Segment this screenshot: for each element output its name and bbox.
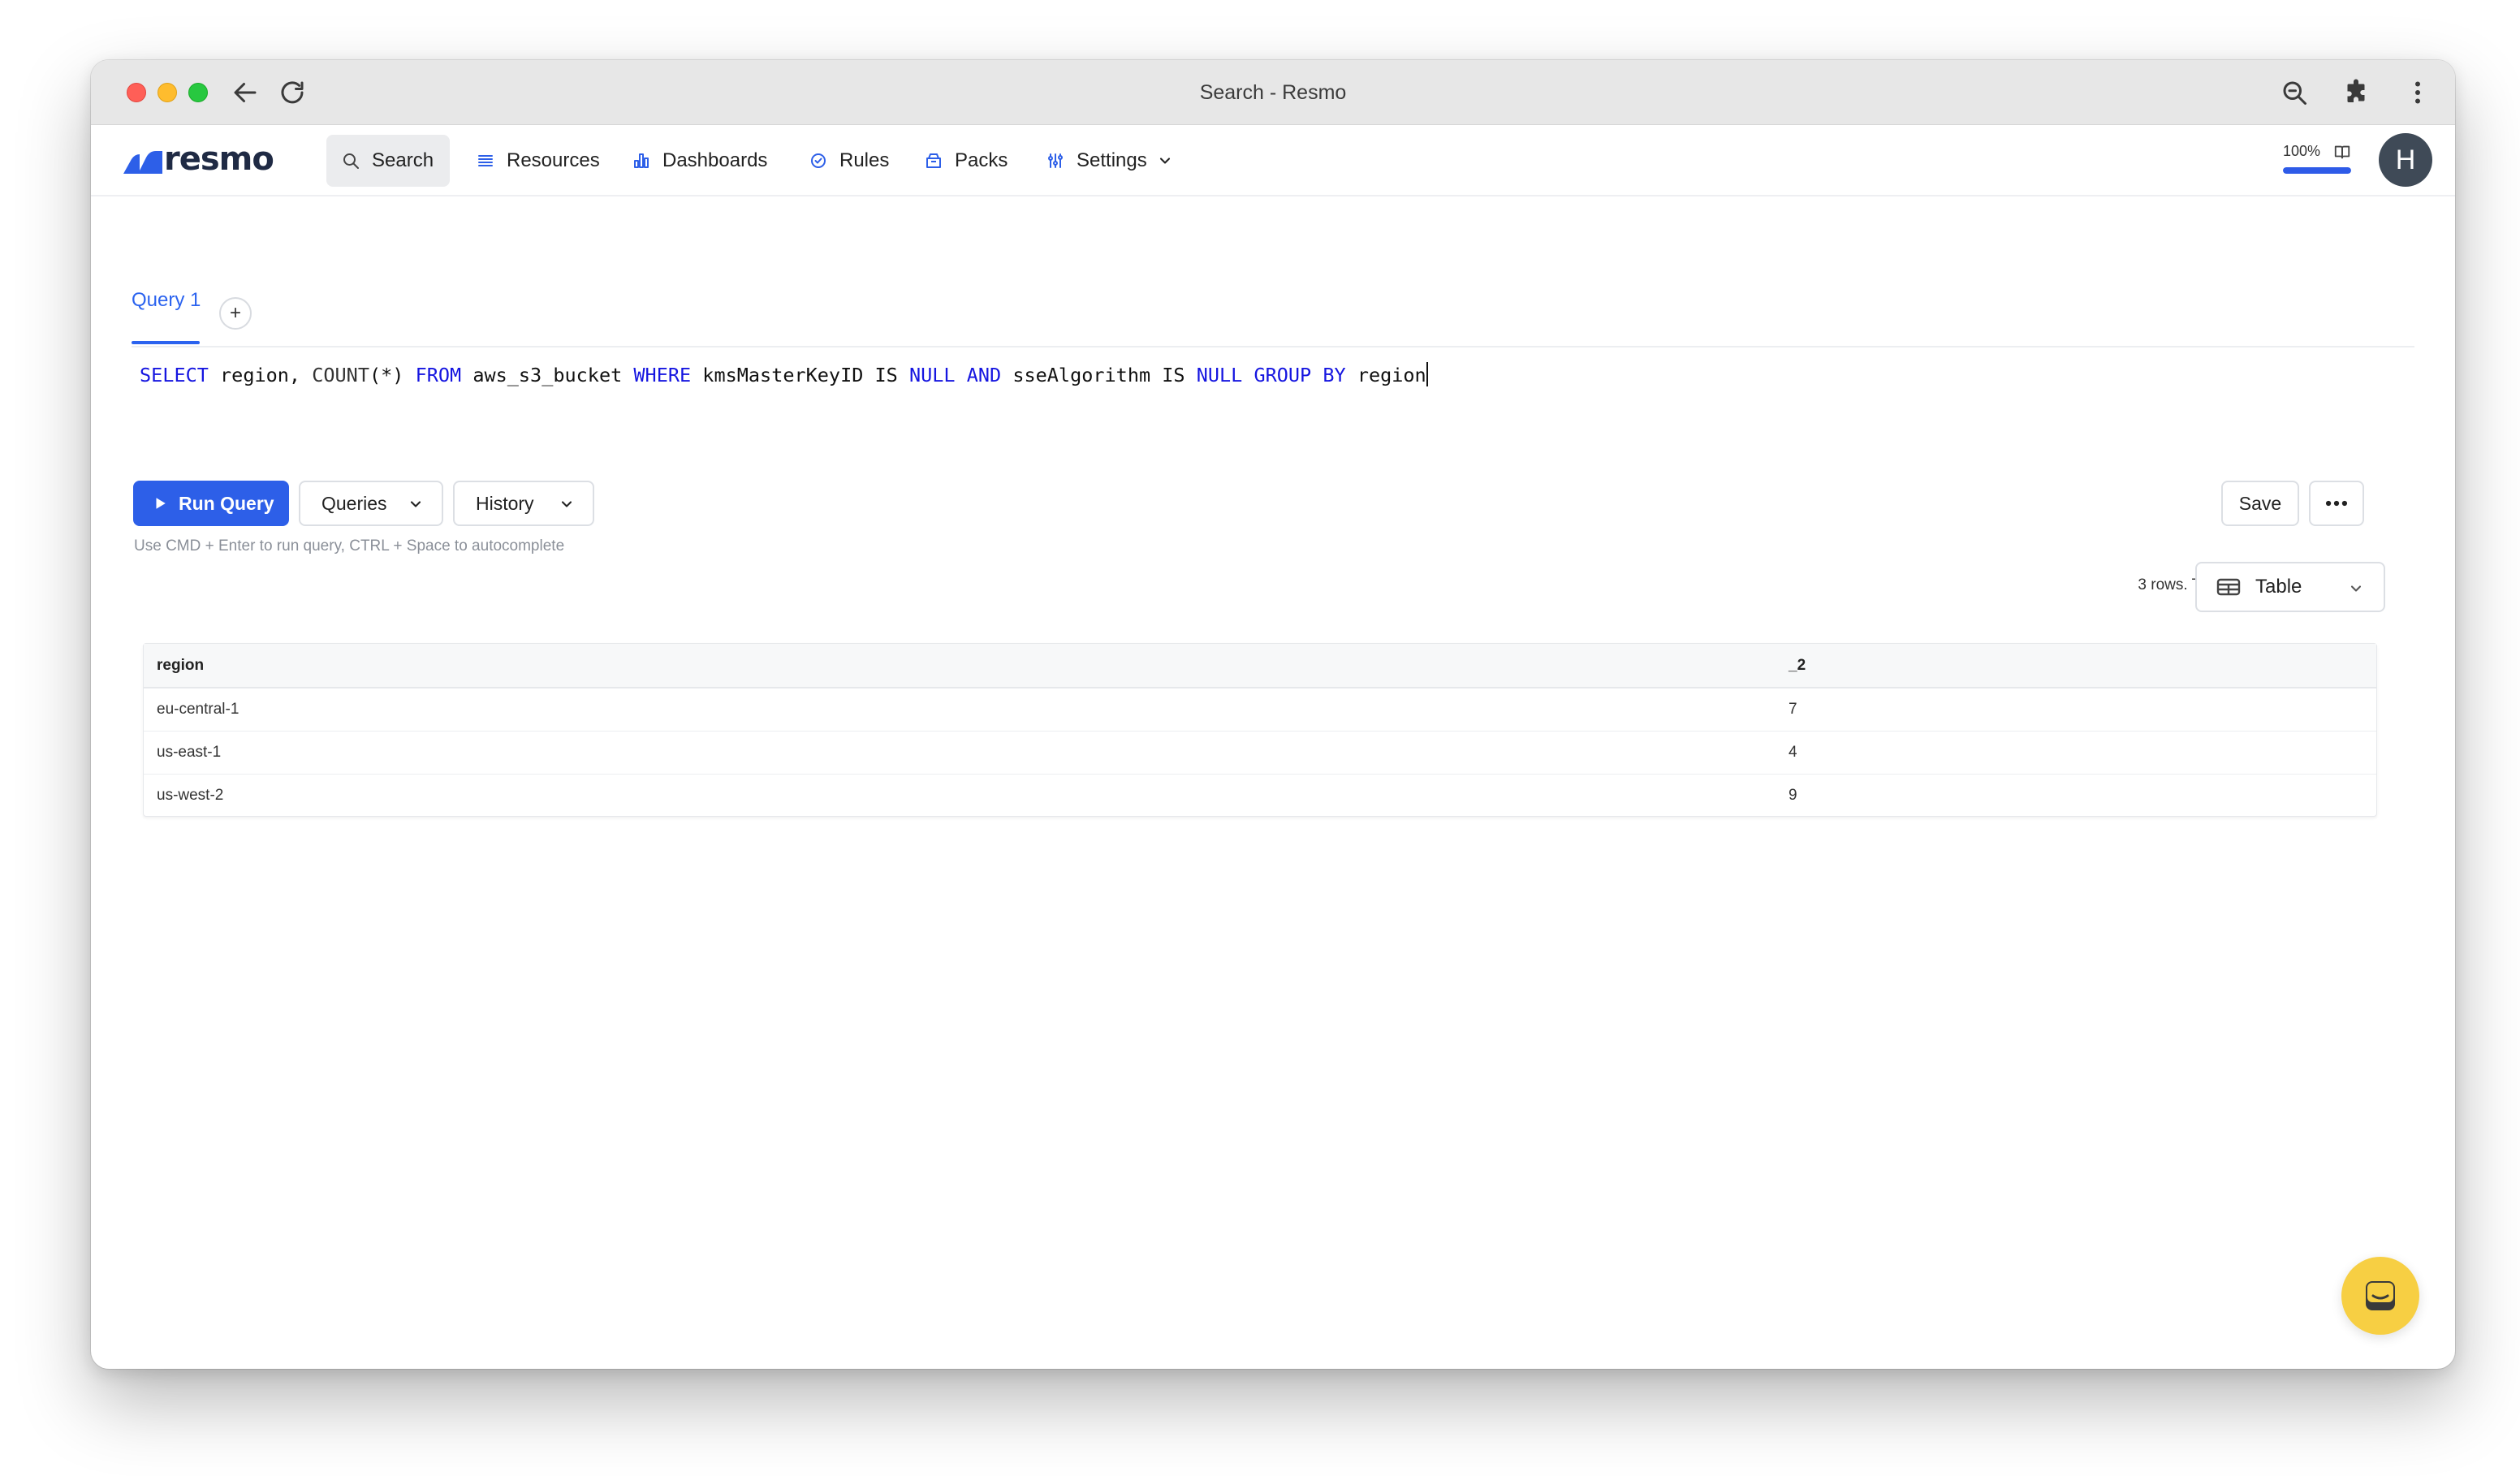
- resmo-logo[interactable]: resmo: [123, 140, 274, 182]
- table-row: eu-central-1 7: [144, 688, 2376, 732]
- query-tabs: Query 1 +: [132, 226, 2414, 347]
- nav-search[interactable]: Search: [326, 135, 450, 187]
- sql-token: (*): [369, 364, 416, 386]
- nav-dashboards[interactable]: Dashboards: [617, 135, 782, 187]
- list-icon: [478, 155, 493, 166]
- cell-region: us-west-2: [157, 786, 224, 804]
- sql-token: NULL: [1196, 364, 1243, 386]
- play-icon: [156, 498, 166, 509]
- nav-resources[interactable]: Resources: [461, 135, 615, 187]
- sql-token: COUNT: [312, 364, 369, 386]
- cell-count: 9: [1789, 786, 1797, 804]
- tab-query-1[interactable]: Query 1: [132, 284, 201, 317]
- nav-packs[interactable]: Packs: [909, 135, 1022, 187]
- sql-token: NULL: [908, 364, 956, 386]
- logo-mark-icon: [123, 151, 162, 174]
- nav-search-label: Search: [372, 149, 434, 171]
- sql-token: aws_s3_bucket: [461, 364, 634, 386]
- table-row: us-east-1 4: [144, 731, 2376, 775]
- more-options-button[interactable]: [2309, 481, 2364, 526]
- cell-count: 7: [1776, 688, 2376, 732]
- tab-query-1-label: Query 1: [132, 289, 201, 311]
- queries-dropdown[interactable]: Queries: [299, 481, 443, 526]
- chevron-down-icon: [1159, 158, 1170, 164]
- keyboard-hint: Use CMD + Enter to run query, CTRL + Spa…: [134, 537, 565, 555]
- column-header-count[interactable]: _2: [1776, 644, 2376, 688]
- run-query-label: Run Query: [179, 492, 274, 514]
- view-mode-label: Table: [2255, 576, 2302, 598]
- cell-count: 4: [1776, 731, 2376, 775]
- usage-progress-fill: [2283, 167, 2351, 174]
- table-header-row: region _2: [144, 644, 2376, 688]
- zoom-icon[interactable]: [2280, 78, 2309, 107]
- chat-launcher-button[interactable]: [2341, 1257, 2419, 1335]
- nav-packs-label: Packs: [955, 149, 1008, 171]
- chevron-down-icon: [410, 501, 421, 507]
- extensions-puzzle-icon[interactable]: [2341, 78, 2371, 107]
- app-header: resmo Search Resources Dashboards Rules …: [91, 125, 2455, 196]
- add-query-tab-button[interactable]: +: [219, 297, 252, 330]
- usage-progress-bar: [2283, 167, 2351, 174]
- table-icon: [2216, 578, 2241, 596]
- nav-rules[interactable]: Rules: [794, 135, 904, 187]
- browser-menu-icon[interactable]: [2403, 78, 2432, 107]
- chevron-down-icon: [561, 501, 572, 507]
- history-label: History: [476, 492, 534, 514]
- more-horizontal-icon: [2325, 500, 2348, 507]
- sql-token: WHERE: [633, 364, 692, 386]
- history-dropdown[interactable]: History: [453, 481, 594, 526]
- run-query-button[interactable]: Run Query: [133, 481, 289, 526]
- title-bar: Search - Resmo: [91, 60, 2455, 125]
- cell-region: us-east-1: [144, 731, 1776, 775]
- window-title: Search - Resmo: [1199, 81, 1347, 104]
- nav-resources-label: Resources: [507, 149, 600, 171]
- nav-settings[interactable]: Settings: [1031, 135, 1188, 187]
- sql-token: SELECT: [140, 364, 209, 386]
- browser-window: Search - Resmo resmo Search Resources Da…: [91, 60, 2455, 1369]
- sql-token: region,: [208, 364, 313, 386]
- nav-rules-label: Rules: [839, 149, 890, 171]
- sliders-icon: [1048, 153, 1063, 168]
- sql-token: kmsMasterKeyID IS: [691, 364, 909, 386]
- sql-token: GROUP: [1254, 364, 1312, 386]
- usage-percent: 100%: [2283, 143, 2321, 159]
- cell-region: eu-central-1: [144, 688, 1776, 732]
- text-cursor: [1426, 362, 1428, 386]
- search-icon: [343, 153, 359, 169]
- sql-token: FROM: [415, 364, 462, 386]
- table-row: us-west-2 9: [144, 774, 2376, 817]
- check-circle-icon: [811, 153, 826, 168]
- active-tab-indicator: [132, 341, 200, 344]
- nav-settings-label: Settings: [1077, 149, 1147, 171]
- chevron-down-icon: [2350, 585, 2362, 592]
- book-icon: [2334, 145, 2350, 159]
- sql-token: sseAlgorithm IS: [1001, 364, 1197, 386]
- column-header-region[interactable]: region: [144, 644, 1776, 688]
- nav-dashboards-label: Dashboards: [662, 149, 768, 171]
- sql-token: AND: [966, 364, 1002, 386]
- sql-token: BY: [1323, 364, 1346, 386]
- save-button[interactable]: Save: [2221, 481, 2299, 526]
- user-avatar[interactable]: H: [2379, 133, 2432, 187]
- chat-icon: [2366, 1281, 2395, 1310]
- results-table: region _2 eu-central-1 7 us-east-1 4 us-…: [143, 643, 2377, 817]
- bar-chart-icon: [634, 153, 649, 168]
- usage-indicator[interactable]: 100%: [2283, 143, 2356, 179]
- view-mode-select[interactable]: Table: [2195, 562, 2385, 612]
- logo-text: resmo: [164, 140, 274, 178]
- queries-label: Queries: [321, 492, 387, 514]
- package-icon: [926, 153, 941, 168]
- sql-token: region: [1345, 364, 1426, 386]
